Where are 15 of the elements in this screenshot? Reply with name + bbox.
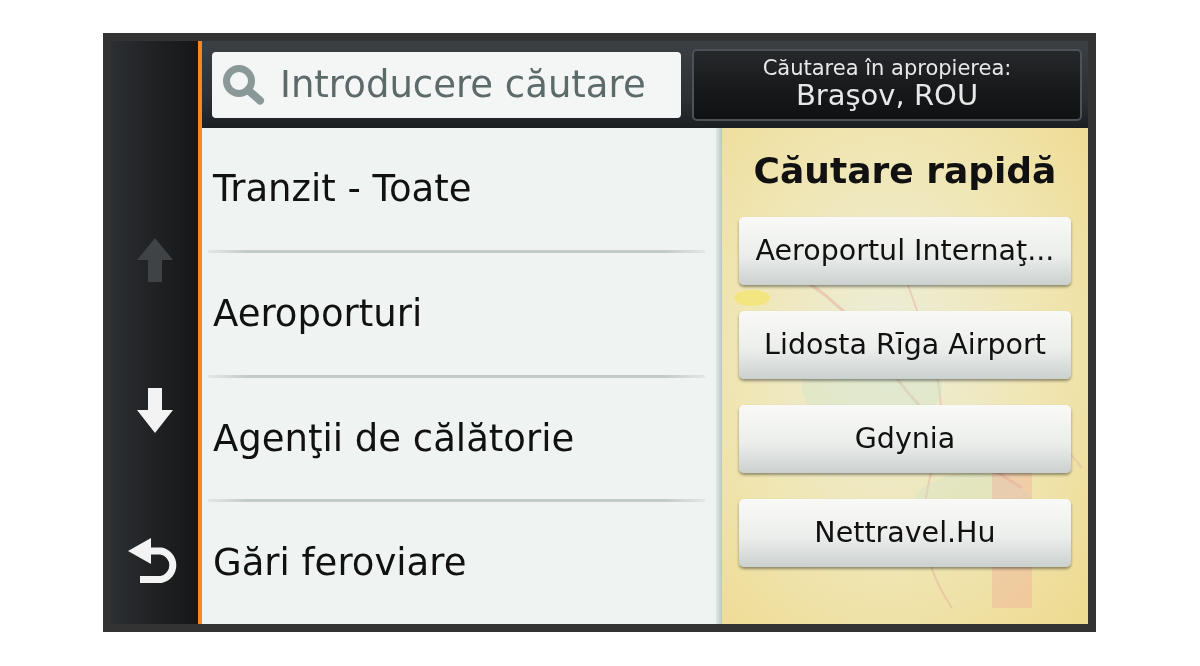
- arrow-up-icon: [136, 238, 173, 282]
- quick-search-title: Căutare rapidă: [753, 149, 1057, 193]
- search-icon: [222, 64, 265, 105]
- arrow-down-icon: [136, 387, 173, 433]
- search-near-button[interactable]: Căutarea în apropierea: Braşov, ROU: [692, 48, 1082, 121]
- quick-search-button[interactable]: Gdynia: [739, 405, 1071, 474]
- category-list-item[interactable]: Agenţii de călătorie: [202, 377, 716, 500]
- search-field[interactable]: Introducere căutare: [212, 51, 681, 118]
- category-list-item[interactable]: Aeroporturi: [202, 252, 716, 375]
- quick-search-button[interactable]: Aeroportul Internaţ...: [739, 217, 1071, 286]
- category-list-item[interactable]: Tranzit - Toate: [202, 128, 716, 250]
- quick-search-button[interactable]: Lidosta Rīga Airport: [739, 311, 1071, 380]
- quick-search-button[interactable]: Nettravel.Hu: [739, 499, 1071, 568]
- category-list-item[interactable]: Gări feroviare: [202, 502, 716, 624]
- scroll-down-button[interactable]: [136, 387, 173, 433]
